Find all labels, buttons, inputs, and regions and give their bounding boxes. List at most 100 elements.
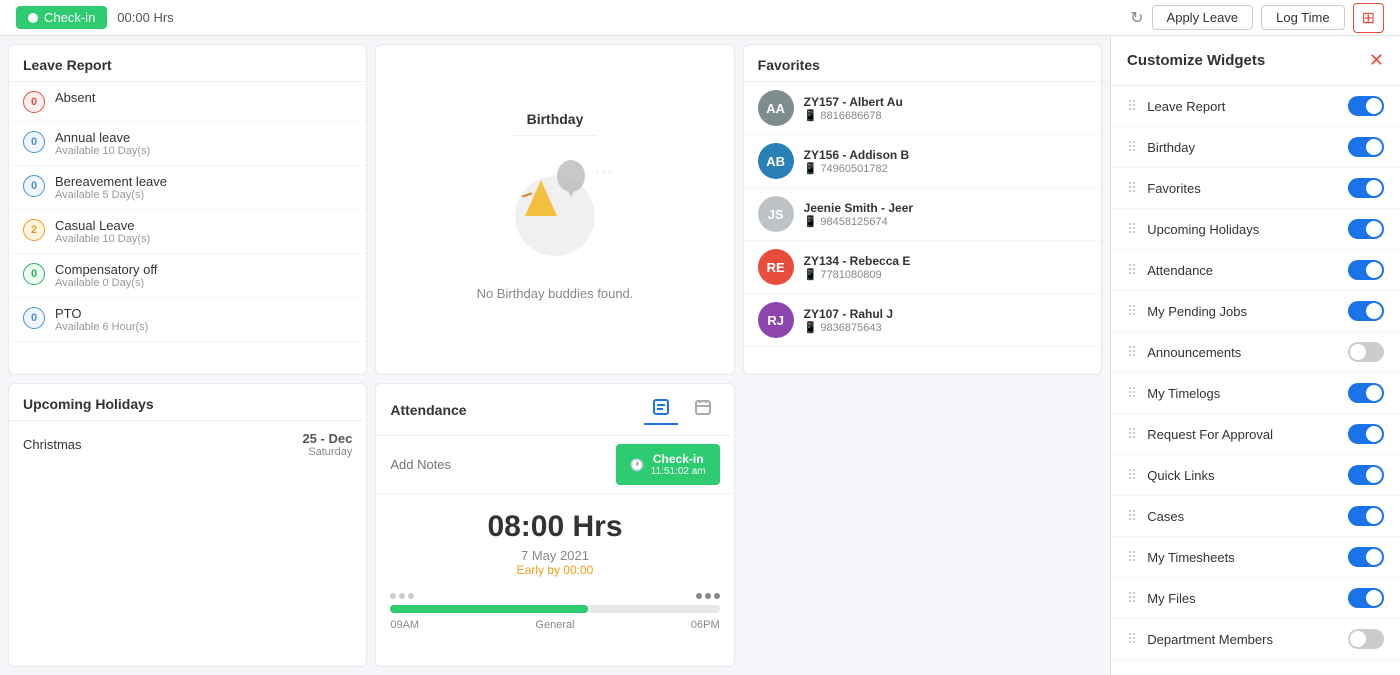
avatar: RE — [758, 249, 794, 285]
drag-icon: ⠿ — [1127, 262, 1137, 279]
leave-avail: Available 0 Day(s) — [55, 277, 352, 289]
sidebar-close-button[interactable]: ✕ — [1369, 50, 1384, 71]
holiday-date: 25 - Dec Saturday — [302, 431, 352, 458]
refresh-button[interactable]: ↻ — [1130, 8, 1143, 28]
widget-item: ⠿ Cases — [1111, 496, 1400, 537]
timeline-bar-fill — [390, 605, 588, 613]
birthday-title: Birthday — [513, 99, 598, 136]
widgets-grid-button[interactable]: ⊞ — [1353, 3, 1384, 33]
attendance-hours: 08:00 Hrs — [376, 494, 733, 548]
fav-info: ZY107 - Rahul J 📱 9836875643 — [804, 307, 1087, 334]
topbar: Check-in 00:00 Hrs ↻ Apply Leave Log Tim… — [0, 0, 1400, 36]
dot1 — [390, 593, 396, 599]
widget-toggle[interactable] — [1348, 219, 1384, 239]
drag-icon: ⠿ — [1127, 344, 1137, 361]
widget-label: My Timelogs — [1147, 386, 1338, 401]
holiday-day: 25 - Dec — [302, 431, 352, 446]
widget-toggle[interactable] — [1348, 547, 1384, 567]
attendance-date: 7 May 2021 — [376, 548, 733, 563]
birthday-scene: · · · — [495, 156, 615, 276]
notes-input[interactable] — [390, 457, 608, 472]
widget-toggle[interactable] — [1348, 629, 1384, 649]
leave-badge: 0 — [23, 131, 45, 153]
birthday-hat — [525, 180, 557, 216]
widget-toggle[interactable] — [1348, 465, 1384, 485]
sidebar-title: Customize Widgets — [1127, 52, 1265, 69]
log-time-button[interactable]: Log Time — [1261, 5, 1344, 30]
widget-item: ⠿ Announcements — [1111, 332, 1400, 373]
dot3 — [408, 593, 414, 599]
widget-toggle[interactable] — [1348, 588, 1384, 608]
checkin-clock-icon: 🕐 — [630, 458, 645, 472]
fav-info: ZY156 - Addison B 📱 74960501782 — [804, 148, 1087, 175]
leave-info: Annual leave Available 10 Day(s) — [55, 130, 352, 157]
favorites-card: Favorites AA ZY157 - Albert Au 📱 8816686… — [743, 44, 1102, 375]
leave-name: Absent — [55, 90, 352, 105]
widget-item: ⠿ Department Members — [1111, 619, 1400, 660]
checkin-btn-time: 11:51:02 am — [651, 466, 706, 477]
leave-item[interactable]: 0 Annual leave Available 10 Day(s) — [9, 122, 366, 166]
topbar-right: ↻ Apply Leave Log Time ⊞ — [1130, 3, 1384, 33]
leave-item[interactable]: 0 PTO Available 6 Hour(s) — [9, 298, 366, 342]
timeline-bar — [390, 605, 719, 613]
widget-item: ⠿ My Pending Jobs — [1111, 291, 1400, 332]
leave-item[interactable]: 2 Casual Leave Available 10 Day(s) — [9, 210, 366, 254]
favorite-item[interactable]: AA ZY157 - Albert Au 📱 8816686678 — [744, 82, 1101, 135]
avatar: AB — [758, 143, 794, 179]
widget-toggle[interactable] — [1348, 383, 1384, 403]
topbar-left: Check-in 00:00 Hrs — [16, 6, 174, 29]
widget-item: ⠿ My Files — [1111, 578, 1400, 619]
dot5 — [705, 593, 711, 599]
holiday-list: Christmas 25 - Dec Saturday — [9, 421, 366, 468]
checkin-green-button[interactable]: 🕐 Check-in 11:51:02 am — [616, 444, 720, 485]
fav-name: Jeenie Smith - Jeer — [804, 201, 1087, 215]
favorite-item[interactable]: JS Jeenie Smith - Jeer 📱 98458125674 — [744, 188, 1101, 241]
favorites-title: Favorites — [744, 45, 1101, 82]
drag-icon: ⠿ — [1127, 508, 1137, 525]
widget-label: Request For Approval — [1147, 427, 1338, 442]
widget-toggle[interactable] — [1348, 506, 1384, 526]
drag-icon: ⠿ — [1127, 590, 1137, 607]
timeline-start: 09AM — [390, 619, 419, 631]
favorite-item[interactable]: AB ZY156 - Addison B 📱 74960501782 — [744, 135, 1101, 188]
favorite-item[interactable]: RE ZY134 - Rebecca E 📱 7781080809 — [744, 241, 1101, 294]
dot2 — [399, 593, 405, 599]
widget-toggle[interactable] — [1348, 137, 1384, 157]
widget-label: My Pending Jobs — [1147, 304, 1338, 319]
widget-toggle[interactable] — [1348, 260, 1384, 280]
favorite-item[interactable]: RJ ZY107 - Rahul J 📱 9836875643 — [744, 294, 1101, 347]
leave-report-title: Leave Report — [9, 45, 366, 82]
apply-leave-button[interactable]: Apply Leave — [1152, 5, 1254, 30]
fav-info: ZY134 - Rebecca E 📱 7781080809 — [804, 254, 1087, 281]
checkin-button[interactable]: Check-in — [16, 6, 107, 29]
widget-toggle[interactable] — [1348, 424, 1384, 444]
birthday-card: Birthday · · · No Birthday buddies found… — [375, 44, 734, 375]
drag-icon: ⠿ — [1127, 139, 1137, 156]
customize-widgets-sidebar: Customize Widgets ✕ ⠿ Leave Report ⠿ Bir… — [1110, 36, 1400, 675]
widget-toggle[interactable] — [1348, 342, 1384, 362]
dot6 — [714, 593, 720, 599]
avatar: RJ — [758, 302, 794, 338]
attendance-header: Attendance — [376, 384, 733, 436]
leave-name: PTO — [55, 306, 352, 321]
leave-report-card: Leave Report 0 Absent 0 Annual leave Ava… — [8, 44, 367, 375]
drag-icon: ⠿ — [1127, 303, 1137, 320]
leave-item[interactable]: 0 Bereavement leave Available 5 Day(s) — [9, 166, 366, 210]
widget-label: Quick Links — [1147, 468, 1338, 483]
attendance-tab-list[interactable] — [644, 394, 678, 425]
leave-badge: 2 — [23, 219, 45, 241]
attendance-tab-calendar[interactable] — [686, 394, 720, 425]
widget-item: ⠿ Favorites — [1111, 168, 1400, 209]
leave-item[interactable]: 0 Absent — [9, 82, 366, 122]
widget-toggle[interactable] — [1348, 96, 1384, 116]
widget-toggle[interactable] — [1348, 178, 1384, 198]
widget-toggle[interactable] — [1348, 301, 1384, 321]
content-area: Leave Report 0 Absent 0 Annual leave Ava… — [0, 36, 1110, 675]
leave-badge: 0 — [23, 307, 45, 329]
widget-label: Attendance — [1147, 263, 1338, 278]
leave-badge: 0 — [23, 91, 45, 113]
leave-item[interactable]: 0 Compensatory off Available 0 Day(s) — [9, 254, 366, 298]
fav-name: ZY107 - Rahul J — [804, 307, 1087, 321]
holiday-weekday: Saturday — [302, 446, 352, 458]
attendance-title: Attendance — [390, 402, 466, 418]
